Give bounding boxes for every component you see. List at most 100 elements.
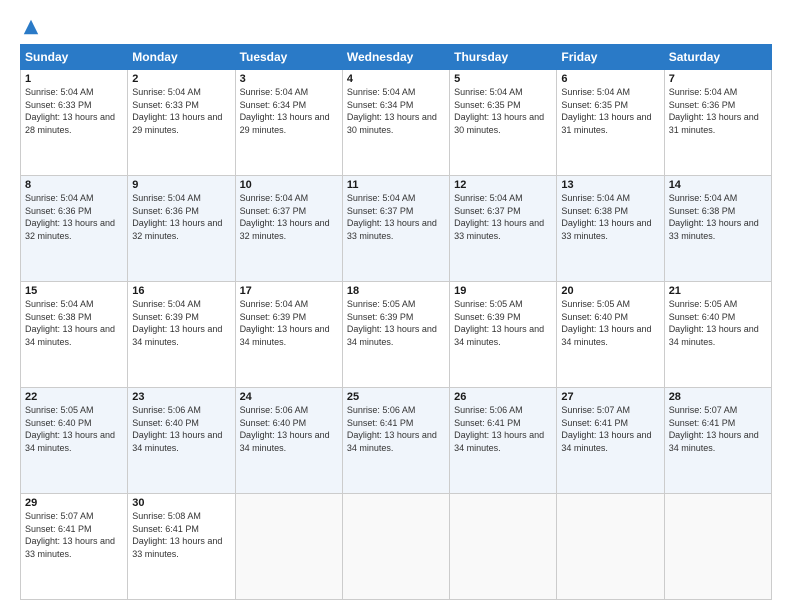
day-info: Sunrise: 5:05 AMSunset: 6:40 PMDaylight:… <box>669 299 759 347</box>
calendar-week-row: 1 Sunrise: 5:04 AMSunset: 6:33 PMDayligh… <box>21 70 772 176</box>
day-info: Sunrise: 5:04 AMSunset: 6:36 PMDaylight:… <box>669 87 759 135</box>
calendar-day-cell: 18 Sunrise: 5:05 AMSunset: 6:39 PMDaylig… <box>342 282 449 388</box>
calendar-week-row: 29 Sunrise: 5:07 AMSunset: 6:41 PMDaylig… <box>21 494 772 600</box>
calendar-day-cell: 5 Sunrise: 5:04 AMSunset: 6:35 PMDayligh… <box>450 70 557 176</box>
day-number: 11 <box>347 179 445 191</box>
day-info: Sunrise: 5:06 AMSunset: 6:40 PMDaylight:… <box>132 405 222 453</box>
calendar-week-row: 15 Sunrise: 5:04 AMSunset: 6:38 PMDaylig… <box>21 282 772 388</box>
day-number: 29 <box>25 497 123 509</box>
day-info: Sunrise: 5:04 AMSunset: 6:38 PMDaylight:… <box>561 193 651 241</box>
day-info: Sunrise: 5:04 AMSunset: 6:37 PMDaylight:… <box>240 193 330 241</box>
day-number: 26 <box>454 391 552 403</box>
day-info: Sunrise: 5:04 AMSunset: 6:33 PMDaylight:… <box>132 87 222 135</box>
calendar-day-cell: 14 Sunrise: 5:04 AMSunset: 6:38 PMDaylig… <box>664 176 771 282</box>
day-number: 15 <box>25 285 123 297</box>
calendar-day-cell: 28 Sunrise: 5:07 AMSunset: 6:41 PMDaylig… <box>664 388 771 494</box>
day-number: 16 <box>132 285 230 297</box>
day-info: Sunrise: 5:05 AMSunset: 6:39 PMDaylight:… <box>454 299 544 347</box>
calendar-day-cell: 11 Sunrise: 5:04 AMSunset: 6:37 PMDaylig… <box>342 176 449 282</box>
day-info: Sunrise: 5:04 AMSunset: 6:38 PMDaylight:… <box>669 193 759 241</box>
day-info: Sunrise: 5:07 AMSunset: 6:41 PMDaylight:… <box>25 511 115 559</box>
day-number: 19 <box>454 285 552 297</box>
calendar-day-cell: 12 Sunrise: 5:04 AMSunset: 6:37 PMDaylig… <box>450 176 557 282</box>
day-info: Sunrise: 5:04 AMSunset: 6:35 PMDaylight:… <box>561 87 651 135</box>
calendar-day-cell <box>450 494 557 600</box>
calendar-day-cell: 29 Sunrise: 5:07 AMSunset: 6:41 PMDaylig… <box>21 494 128 600</box>
calendar-day-cell: 24 Sunrise: 5:06 AMSunset: 6:40 PMDaylig… <box>235 388 342 494</box>
header <box>20 18 772 34</box>
day-info: Sunrise: 5:04 AMSunset: 6:36 PMDaylight:… <box>132 193 222 241</box>
calendar-table: Sunday Monday Tuesday Wednesday Thursday… <box>20 44 772 600</box>
day-number: 8 <box>25 179 123 191</box>
th-sunday: Sunday <box>21 45 128 70</box>
day-info: Sunrise: 5:04 AMSunset: 6:39 PMDaylight:… <box>132 299 222 347</box>
day-number: 22 <box>25 391 123 403</box>
day-info: Sunrise: 5:05 AMSunset: 6:40 PMDaylight:… <box>561 299 651 347</box>
day-number: 10 <box>240 179 338 191</box>
logo-icon <box>22 18 40 36</box>
day-info: Sunrise: 5:07 AMSunset: 6:41 PMDaylight:… <box>669 405 759 453</box>
calendar-day-cell: 26 Sunrise: 5:06 AMSunset: 6:41 PMDaylig… <box>450 388 557 494</box>
day-number: 7 <box>669 73 767 85</box>
calendar-day-cell <box>557 494 664 600</box>
weekday-header-row: Sunday Monday Tuesday Wednesday Thursday… <box>21 45 772 70</box>
calendar-day-cell: 16 Sunrise: 5:04 AMSunset: 6:39 PMDaylig… <box>128 282 235 388</box>
calendar-day-cell: 7 Sunrise: 5:04 AMSunset: 6:36 PMDayligh… <box>664 70 771 176</box>
day-info: Sunrise: 5:08 AMSunset: 6:41 PMDaylight:… <box>132 511 222 559</box>
day-number: 18 <box>347 285 445 297</box>
day-number: 2 <box>132 73 230 85</box>
day-number: 14 <box>669 179 767 191</box>
logo <box>20 18 40 34</box>
calendar-day-cell: 15 Sunrise: 5:04 AMSunset: 6:38 PMDaylig… <box>21 282 128 388</box>
day-info: Sunrise: 5:07 AMSunset: 6:41 PMDaylight:… <box>561 405 651 453</box>
day-number: 28 <box>669 391 767 403</box>
day-number: 3 <box>240 73 338 85</box>
calendar-day-cell: 13 Sunrise: 5:04 AMSunset: 6:38 PMDaylig… <box>557 176 664 282</box>
calendar-day-cell: 23 Sunrise: 5:06 AMSunset: 6:40 PMDaylig… <box>128 388 235 494</box>
calendar-day-cell <box>235 494 342 600</box>
calendar-week-row: 8 Sunrise: 5:04 AMSunset: 6:36 PMDayligh… <box>21 176 772 282</box>
calendar-day-cell: 30 Sunrise: 5:08 AMSunset: 6:41 PMDaylig… <box>128 494 235 600</box>
calendar-day-cell: 19 Sunrise: 5:05 AMSunset: 6:39 PMDaylig… <box>450 282 557 388</box>
day-info: Sunrise: 5:04 AMSunset: 6:37 PMDaylight:… <box>454 193 544 241</box>
calendar-day-cell <box>342 494 449 600</box>
day-info: Sunrise: 5:06 AMSunset: 6:41 PMDaylight:… <box>347 405 437 453</box>
day-number: 1 <box>25 73 123 85</box>
calendar-day-cell: 6 Sunrise: 5:04 AMSunset: 6:35 PMDayligh… <box>557 70 664 176</box>
calendar-day-cell: 3 Sunrise: 5:04 AMSunset: 6:34 PMDayligh… <box>235 70 342 176</box>
day-number: 5 <box>454 73 552 85</box>
calendar-week-row: 22 Sunrise: 5:05 AMSunset: 6:40 PMDaylig… <box>21 388 772 494</box>
calendar-day-cell: 10 Sunrise: 5:04 AMSunset: 6:37 PMDaylig… <box>235 176 342 282</box>
th-wednesday: Wednesday <box>342 45 449 70</box>
calendar-day-cell: 27 Sunrise: 5:07 AMSunset: 6:41 PMDaylig… <box>557 388 664 494</box>
day-number: 4 <box>347 73 445 85</box>
calendar-day-cell: 4 Sunrise: 5:04 AMSunset: 6:34 PMDayligh… <box>342 70 449 176</box>
day-number: 21 <box>669 285 767 297</box>
day-info: Sunrise: 5:05 AMSunset: 6:39 PMDaylight:… <box>347 299 437 347</box>
day-number: 9 <box>132 179 230 191</box>
calendar-day-cell: 21 Sunrise: 5:05 AMSunset: 6:40 PMDaylig… <box>664 282 771 388</box>
day-info: Sunrise: 5:06 AMSunset: 6:41 PMDaylight:… <box>454 405 544 453</box>
day-number: 12 <box>454 179 552 191</box>
th-monday: Monday <box>128 45 235 70</box>
calendar-day-cell: 17 Sunrise: 5:04 AMSunset: 6:39 PMDaylig… <box>235 282 342 388</box>
th-thursday: Thursday <box>450 45 557 70</box>
calendar-day-cell: 9 Sunrise: 5:04 AMSunset: 6:36 PMDayligh… <box>128 176 235 282</box>
day-info: Sunrise: 5:04 AMSunset: 6:34 PMDaylight:… <box>347 87 437 135</box>
calendar-day-cell: 22 Sunrise: 5:05 AMSunset: 6:40 PMDaylig… <box>21 388 128 494</box>
calendar-day-cell: 20 Sunrise: 5:05 AMSunset: 6:40 PMDaylig… <box>557 282 664 388</box>
day-info: Sunrise: 5:04 AMSunset: 6:39 PMDaylight:… <box>240 299 330 347</box>
day-number: 24 <box>240 391 338 403</box>
day-info: Sunrise: 5:06 AMSunset: 6:40 PMDaylight:… <box>240 405 330 453</box>
day-number: 6 <box>561 73 659 85</box>
th-tuesday: Tuesday <box>235 45 342 70</box>
day-number: 30 <box>132 497 230 509</box>
calendar-day-cell: 8 Sunrise: 5:04 AMSunset: 6:36 PMDayligh… <box>21 176 128 282</box>
th-saturday: Saturday <box>664 45 771 70</box>
day-number: 17 <box>240 285 338 297</box>
calendar-day-cell: 1 Sunrise: 5:04 AMSunset: 6:33 PMDayligh… <box>21 70 128 176</box>
day-info: Sunrise: 5:04 AMSunset: 6:38 PMDaylight:… <box>25 299 115 347</box>
calendar-day-cell <box>664 494 771 600</box>
day-info: Sunrise: 5:04 AMSunset: 6:37 PMDaylight:… <box>347 193 437 241</box>
day-info: Sunrise: 5:05 AMSunset: 6:40 PMDaylight:… <box>25 405 115 453</box>
